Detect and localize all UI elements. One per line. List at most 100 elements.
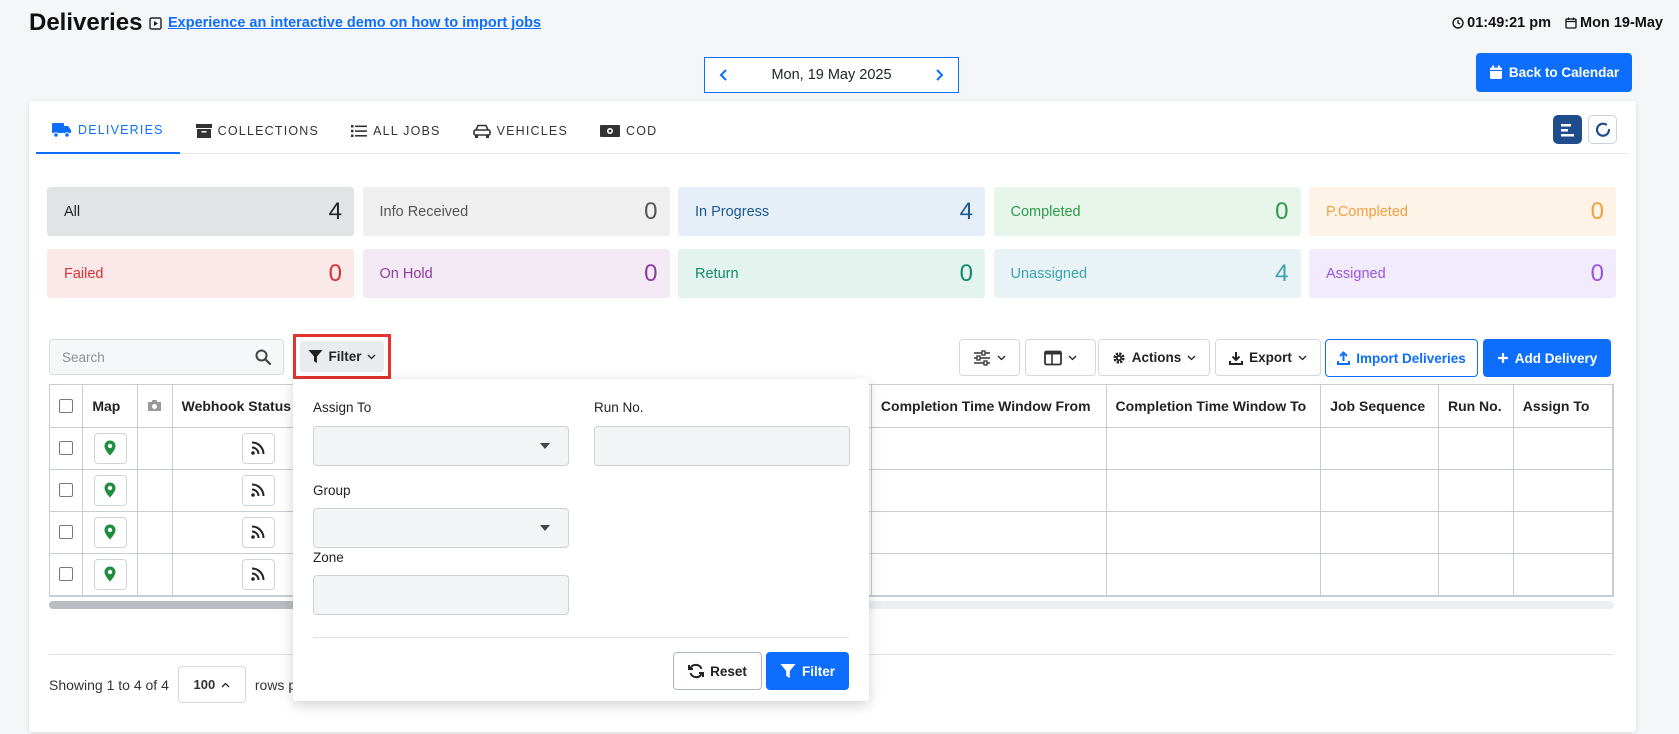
- status-count: 4: [328, 197, 342, 225]
- webhook-button[interactable]: [241, 558, 275, 590]
- column-header-map[interactable]: Map: [82, 385, 138, 428]
- group-select[interactable]: [313, 508, 569, 548]
- row-checkbox[interactable]: [59, 483, 74, 497]
- actions-button[interactable]: Actions: [1098, 339, 1210, 376]
- status-card[interactable]: P.Completed 0: [1309, 187, 1616, 236]
- page-size-select[interactable]: 100: [177, 666, 246, 703]
- clock-icon: [1452, 17, 1464, 29]
- next-day-chevron-right-icon[interactable]: [934, 69, 944, 81]
- completion-to-cell: [1106, 427, 1322, 470]
- status-count: 4: [959, 197, 973, 225]
- current-time: 01:49:21 pm: [1467, 15, 1551, 31]
- column-settings-button[interactable]: [959, 339, 1020, 376]
- export-label: Export: [1249, 350, 1292, 365]
- map-cell: [82, 511, 138, 554]
- row-checkbox[interactable]: [59, 567, 74, 581]
- tab-deliveries[interactable]: DELIVERIES: [36, 107, 180, 154]
- columns-layout-button[interactable]: [1025, 339, 1096, 376]
- status-card[interactable]: Info Received 0: [362, 187, 670, 236]
- tab-cod[interactable]: COD: [584, 107, 673, 154]
- status-card[interactable]: Failed 0: [47, 249, 354, 298]
- back-to-calendar-button[interactable]: Back to Calendar: [1476, 53, 1632, 92]
- gantt-view-button[interactable]: [1553, 115, 1582, 144]
- demo-link[interactable]: Experience an interactive demo on how to…: [168, 15, 541, 31]
- caret-down-icon: [540, 443, 550, 449]
- add-delivery-button[interactable]: Add Delivery: [1483, 339, 1611, 377]
- filter-button[interactable]: Filter: [300, 341, 384, 372]
- reset-button[interactable]: Reset: [673, 652, 762, 690]
- column-header-photo[interactable]: [137, 385, 173, 428]
- column-header-job-sequence[interactable]: Job Sequence: [1320, 385, 1439, 428]
- map-pin-button[interactable]: [93, 516, 127, 548]
- download-icon: [1229, 351, 1244, 365]
- calendar-icon: [1489, 65, 1503, 80]
- select-all-cell: [50, 385, 84, 428]
- status-card[interactable]: Completed 0: [993, 187, 1301, 236]
- status-card[interactable]: Assigned 0: [1309, 249, 1616, 298]
- gear-icon: [1112, 351, 1126, 365]
- zone-input[interactable]: [313, 575, 569, 615]
- job-sequence-cell: [1320, 427, 1439, 470]
- chevron-down-icon: [1187, 355, 1196, 361]
- map-pin-icon: [104, 482, 116, 498]
- map-pin-button[interactable]: [93, 474, 127, 506]
- job-sequence-cell: [1320, 469, 1439, 512]
- car-icon: [472, 124, 491, 138]
- photo-cell: [137, 553, 173, 596]
- tab-all-jobs[interactable]: ALL JOBS: [335, 107, 457, 154]
- chevron-down-icon: [1298, 355, 1307, 361]
- tab-collections[interactable]: COLLECTIONS: [180, 107, 335, 154]
- view-toggle: [1553, 115, 1617, 144]
- job-sequence-cell: [1320, 511, 1439, 554]
- plus-icon: [1497, 352, 1509, 364]
- column-header-completion-from[interactable]: Completion Time Window From: [871, 385, 1107, 428]
- status-card[interactable]: Unassigned 4: [993, 249, 1301, 298]
- assign-to-cell: [1513, 427, 1613, 470]
- scrollbar-thumb[interactable]: [49, 601, 309, 609]
- tab-label: COLLECTIONS: [217, 123, 320, 138]
- import-deliveries-button[interactable]: Import Deliveries: [1325, 339, 1478, 377]
- status-card[interactable]: On Hold 0: [362, 249, 670, 298]
- assign-to-select[interactable]: [313, 426, 569, 466]
- row-checkbox[interactable]: [59, 525, 74, 539]
- webhook-button[interactable]: [241, 474, 275, 506]
- apply-filter-label: Filter: [801, 663, 835, 679]
- status-card[interactable]: All 4: [47, 187, 354, 236]
- status-label: Info Received: [379, 203, 469, 220]
- webhook-button[interactable]: [241, 516, 275, 548]
- row-select-cell: [50, 511, 84, 554]
- run-no-input[interactable]: [594, 426, 850, 466]
- run-no-label: Run No.: [594, 400, 644, 415]
- tab-vehicles[interactable]: VEHICLES: [457, 107, 584, 154]
- column-header-assign-to[interactable]: Assign To: [1513, 385, 1613, 428]
- status-count: 0: [1590, 197, 1604, 225]
- assign-to-cell: [1513, 469, 1613, 512]
- import-label: Import Deliveries: [1356, 350, 1466, 366]
- search-icon[interactable]: [255, 349, 271, 365]
- group-label: Group: [313, 483, 351, 498]
- status-count: 4: [1275, 259, 1289, 287]
- export-button[interactable]: Export: [1215, 339, 1321, 376]
- status-card[interactable]: In Progress 4: [678, 187, 985, 236]
- status-count: 0: [328, 259, 342, 287]
- refresh-view-button[interactable]: [1588, 115, 1617, 144]
- status-card[interactable]: Return 0: [678, 249, 985, 298]
- date-navigator: Mon, 19 May 2025: [704, 57, 959, 93]
- chevron-down-icon: [367, 354, 376, 360]
- prev-day-chevron-left-icon[interactable]: [719, 69, 729, 81]
- map-pin-button[interactable]: [93, 432, 127, 464]
- tab-label: ALL JOBS: [373, 123, 441, 138]
- chevron-down-icon: [1068, 355, 1077, 361]
- map-cell: [82, 469, 138, 512]
- apply-filter-button[interactable]: Filter: [766, 652, 849, 690]
- map-pin-button[interactable]: [93, 558, 127, 590]
- column-header-run-no[interactable]: Run No.: [1438, 385, 1514, 428]
- status-label: Unassigned: [1010, 265, 1088, 282]
- assign-to-cell: [1513, 511, 1613, 554]
- search-input[interactable]: [62, 349, 242, 365]
- column-header-completion-to[interactable]: Completion Time Window To: [1106, 385, 1322, 428]
- webhook-button[interactable]: [241, 432, 275, 464]
- select-all-checkbox[interactable]: [59, 398, 74, 413]
- row-checkbox[interactable]: [59, 441, 74, 455]
- rss-icon: [251, 441, 265, 455]
